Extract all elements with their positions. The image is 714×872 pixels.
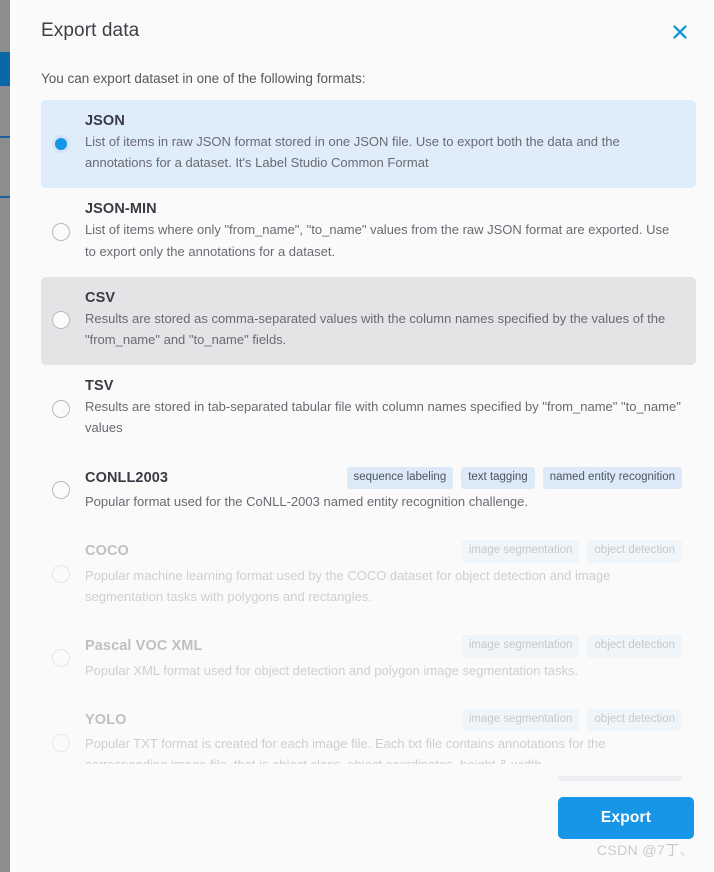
- radio-json-min[interactable]: [52, 223, 70, 242]
- sidebar-divider-2: [0, 196, 10, 198]
- format-name: TSV: [85, 378, 114, 395]
- format-tag: named entity recognition: [542, 466, 682, 489]
- radio-conll2003[interactable]: [52, 480, 70, 499]
- format-body: CONLL2003 sequence labeling text tagging na…: [82, 466, 682, 513]
- format-name: CSV: [85, 289, 116, 306]
- format-description: Popular XML format used for object detec…: [85, 662, 579, 678]
- export-data-dialog: Export data You can export dataset in on…: [22, 0, 714, 872]
- format-name: Pascal VOC XML: [85, 638, 203, 655]
- radio-pascal-voc-xml: [52, 649, 70, 668]
- sidebar-gap: [10, 0, 22, 872]
- format-title-row: Pascal VOC XML image segmentation object d…: [85, 635, 682, 658]
- format-body: COCO image segmentation object detection Po…: [82, 540, 682, 607]
- format-body: CSV Results are stored as comma-separated…: [82, 290, 682, 350]
- format-body: Pascal VOC XML image segmentation object d…: [82, 635, 682, 681]
- format-description: List of items where only "from_name", "t…: [85, 222, 670, 259]
- format-option-yolo: YOLO image segmentation object detection Po…: [41, 696, 696, 764]
- radio-wrap: [52, 480, 82, 499]
- format-body: JSON-MIN List of items where only "from_n…: [82, 201, 682, 261]
- format-tag-list: image segmentation object detection: [461, 708, 682, 732]
- radio-wrap: [52, 649, 82, 668]
- format-name: YOLO: [85, 712, 127, 728]
- sidebar-divider-1: [0, 136, 10, 138]
- sidebar-active-accent: [0, 52, 10, 86]
- format-tag-list: image segmentation object detection: [461, 635, 682, 658]
- format-tag: image segmentation: [461, 708, 580, 732]
- format-option-json[interactable]: JSON List of items in raw JSON format sto…: [41, 100, 696, 189]
- format-tag: image segmentation: [461, 635, 580, 658]
- format-name: JSON-MIN: [85, 201, 157, 218]
- format-description: Results are stored as comma-separated va…: [85, 310, 666, 347]
- radio-csv[interactable]: [52, 311, 70, 330]
- format-option-json-min[interactable]: JSON-MIN List of items where only "from_n…: [41, 188, 696, 276]
- format-title-row: CSV: [85, 290, 682, 306]
- format-title-row: YOLO image segmentation object detection: [85, 708, 682, 732]
- format-tag: image segmentation: [461, 540, 580, 563]
- format-tag: text tagging: [461, 466, 535, 489]
- format-tag: object detection: [587, 635, 682, 658]
- format-title-row: COCO image segmentation object detection: [85, 540, 682, 563]
- format-body: YOLO image segmentation object detection Po…: [82, 708, 682, 764]
- radio-wrap: [52, 733, 82, 752]
- radio-wrap: [52, 399, 82, 418]
- format-title-row: JSON-MIN: [85, 201, 682, 217]
- format-body: TSV Results are stored in tab-separated t…: [82, 378, 682, 438]
- format-option-pascal-voc-xml: Pascal VOC XML image segmentation object d…: [41, 622, 696, 696]
- dialog-subtitle: You can export dataset in one of the fol…: [41, 71, 366, 86]
- format-option-csv[interactable]: CSV Results are stored as comma-separated…: [41, 276, 696, 366]
- format-tag: object detection: [587, 708, 682, 732]
- format-options-list: JSON List of items in raw JSON format sto…: [22, 100, 714, 764]
- dialog-header: Export data: [22, 0, 714, 62]
- format-title-row: CONLL2003 sequence labeling text tagging na…: [85, 466, 682, 489]
- format-name: COCO: [85, 543, 129, 560]
- app-window: Export data You can export dataset in on…: [0, 0, 714, 872]
- close-icon[interactable]: [666, 18, 694, 46]
- format-description: Results are stored in tab-separated tabu…: [85, 399, 681, 436]
- format-description: Popular machine learning format used by …: [85, 567, 611, 604]
- format-tag-list: sequence labeling text tagging named entit…: [346, 466, 682, 489]
- radio-wrap: [52, 134, 82, 153]
- radio-coco: [52, 565, 70, 584]
- app-sidebar-strip: [0, 0, 10, 872]
- format-tag: sequence labeling: [346, 466, 454, 489]
- format-name: JSON: [85, 113, 125, 129]
- format-option-conll2003[interactable]: CONLL2003 sequence labeling text tagging na…: [41, 454, 696, 528]
- page-title: Export data: [41, 20, 140, 41]
- radio-json[interactable]: [52, 134, 70, 153]
- format-title-row: TSV: [85, 378, 682, 394]
- format-description: List of items in raw JSON format stored …: [85, 134, 620, 171]
- radio-wrap: [52, 223, 82, 242]
- radio-wrap: [52, 565, 82, 584]
- dialog-footer: Export: [22, 764, 714, 872]
- format-tag: object detection: [587, 540, 682, 563]
- format-body: JSON List of items in raw JSON format sto…: [82, 113, 682, 173]
- format-description: Popular TXT format is created for each i…: [85, 736, 606, 764]
- format-title-row: JSON: [85, 113, 682, 129]
- format-name: CONLL2003: [85, 469, 169, 486]
- format-description: Popular format used for the CoNLL-2003 n…: [85, 494, 528, 509]
- radio-tsv[interactable]: [52, 399, 70, 418]
- radio-yolo: [52, 733, 70, 752]
- export-button[interactable]: Export: [558, 797, 694, 839]
- radio-wrap: [52, 311, 82, 330]
- horizontal-scrollbar[interactable]: [558, 776, 682, 781]
- format-option-coco: COCO image segmentation object detection Po…: [41, 527, 696, 622]
- format-tag-list: image segmentation object detection: [461, 540, 682, 563]
- format-option-tsv[interactable]: TSV Results are stored in tab-separated t…: [41, 365, 696, 453]
